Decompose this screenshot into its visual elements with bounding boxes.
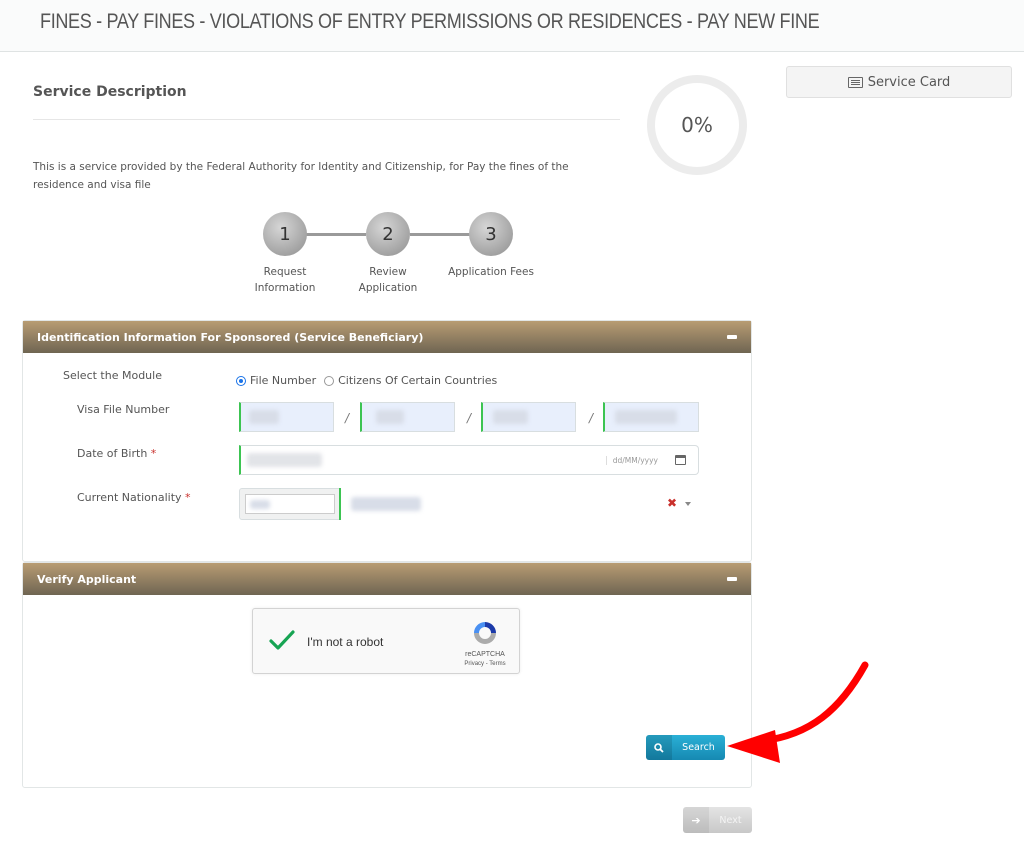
minus-icon[interactable]: [727, 577, 737, 581]
recaptcha-label: I'm not a robot: [307, 635, 384, 649]
panel-title: Verify Applicant: [37, 572, 137, 586]
calendar-icon: [675, 455, 686, 465]
chevron-down-icon[interactable]: [685, 502, 691, 506]
module-label: Select the Module: [63, 369, 162, 382]
verify-applicant-panel: Verify Applicant: [22, 562, 752, 788]
module-radio-group: File Number Citizens Of Certain Countrie…: [236, 374, 497, 387]
visa-file-part-2-input[interactable]: [360, 402, 455, 432]
search-button[interactable]: Search: [646, 735, 725, 760]
step-1-circle: 1: [263, 212, 307, 256]
page-title: FINES - PAY FINES - VIOLATIONS OF ENTRY …: [40, 10, 820, 33]
service-description-heading: Service Description: [33, 84, 187, 100]
verify-panel-header[interactable]: Verify Applicant: [23, 563, 751, 595]
visa-file-part-1-input[interactable]: [239, 402, 334, 432]
current-nationality-label: Current Nationality *: [77, 491, 191, 504]
panel-title: Identification Information For Sponsored…: [37, 330, 424, 344]
calendar-button[interactable]: [663, 445, 699, 475]
radio-citizens-label[interactable]: Citizens Of Certain Countries: [338, 374, 497, 387]
date-of-birth-label: Date of Birth *: [77, 447, 156, 460]
radio-file-number-label[interactable]: File Number: [250, 374, 316, 387]
checkmark-icon[interactable]: [269, 627, 295, 653]
step-number: 2: [382, 223, 394, 245]
date-format-hint: dd/MM/yyyy: [605, 456, 658, 465]
arrow-right-icon: ➔: [683, 807, 709, 833]
visa-file-number-label: Visa File Number: [77, 403, 170, 416]
visa-file-part-4-input[interactable]: [603, 402, 699, 432]
step-label-line: Application Fees: [448, 266, 534, 278]
step-label-line: Review: [369, 266, 407, 278]
title-bar: FINES - PAY FINES - VIOLATIONS OF ENTRY …: [0, 0, 1024, 52]
radio-citizens-of-certain-countries[interactable]: [324, 375, 335, 386]
step-3-label: Application Fees: [436, 264, 546, 280]
required-marker: *: [185, 491, 191, 504]
separator: /: [467, 411, 472, 425]
progress-label: 0%: [681, 113, 713, 137]
recaptcha-privacy-terms-link[interactable]: Privacy - Terms: [449, 661, 521, 667]
current-nationality-label-text: Current Nationality: [77, 491, 182, 504]
visa-file-part-3-input[interactable]: [481, 402, 576, 432]
next-button[interactable]: ➔ Next: [683, 807, 752, 833]
clear-icon[interactable]: ✖: [667, 496, 677, 510]
service-card-button[interactable]: Service Card: [786, 66, 1012, 98]
step-1-label: Request Information: [240, 264, 330, 296]
identification-panel-header[interactable]: Identification Information For Sponsored…: [23, 321, 751, 353]
recaptcha-brand: reCAPTCHA: [465, 651, 505, 658]
recaptcha-widget: I'm not a robot reCAPTCHA Privacy - Term…: [252, 608, 520, 674]
step-number: 3: [485, 223, 497, 245]
step-number: 1: [279, 223, 291, 245]
step-label-line: Request: [263, 266, 307, 278]
divider: [33, 119, 620, 120]
service-description-text: This is a service provided by the Federa…: [33, 161, 569, 191]
step-2-circle: 2: [366, 212, 410, 256]
step-3-circle: 3: [469, 212, 513, 256]
service-card-label: Service Card: [867, 74, 951, 90]
step-label-line: Application: [358, 282, 418, 294]
nationality-select[interactable]: ✖: [339, 488, 699, 520]
search-icon: [646, 735, 672, 760]
progress-stepper: 1 2 3 Request Information Review Applica…: [240, 210, 560, 310]
next-button-label: Next: [719, 814, 742, 826]
search-button-label: Search: [682, 742, 715, 753]
date-of-birth-input[interactable]: dd/MM/yyyy: [239, 445, 664, 475]
required-marker: *: [150, 447, 157, 460]
current-nationality-field: ✖: [239, 488, 699, 520]
separator: /: [589, 411, 594, 425]
step-label-line: Information: [254, 282, 316, 294]
minus-icon[interactable]: [727, 335, 737, 339]
step-2-label: Review Application: [343, 264, 433, 296]
nationality-code-input[interactable]: [245, 494, 335, 514]
recaptcha-logo-icon: [474, 622, 496, 644]
date-of-birth-label-text: Date of Birth: [77, 447, 148, 460]
identification-panel: Identification Information For Sponsored…: [22, 320, 752, 562]
progress-indicator: 0%: [647, 75, 747, 175]
card-list-icon: [847, 76, 863, 88]
radio-file-number[interactable]: [236, 375, 246, 386]
separator: /: [345, 411, 350, 425]
